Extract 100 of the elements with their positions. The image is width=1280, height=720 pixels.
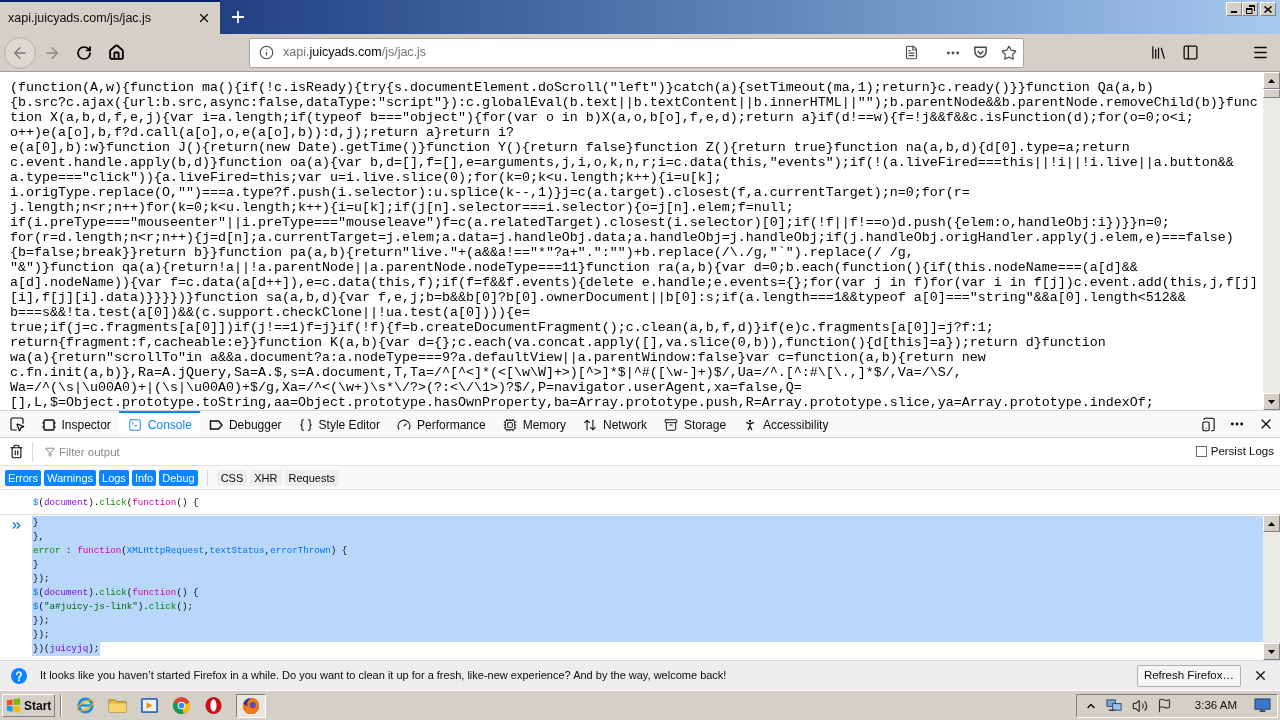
new-tab-icon[interactable] (229, 8, 247, 26)
restore-icon (1245, 4, 1255, 14)
code-line: c.event.handle.apply(b,d)}function oa(a){var b,d=[],f=[],e=arguments,j,i,o,k,n,r;i=c.data(this,"events");if(!(a.liveFired===this||!i||!i.live||a.button&& (10, 155, 1234, 170)
home-icon (107, 44, 125, 61)
code-line: "&")}function qa(a){return!a||!a.parentNode||a.parentNode.nodeType===11}function ra(a,b){var d=0;b.each(function(){if(this.nodeName===(a[d]&& (10, 260, 1138, 275)
address-bar[interactable]: xapi.juicyads.com/js/jac.js (249, 37, 1024, 68)
code-line: true;if(j=c.fragments[a[0]])if(j!==1)f=j}if(!f){f=b.createDocumentFragment();c.clean(a,b,f,d)}if(e)c.fragments[a[0]]=j?f:1; (10, 320, 994, 335)
persist-logs-label: Persist Logs (1210, 443, 1274, 459)
log-level-filter[interactable]: Warnings (43, 469, 96, 486)
filter-field[interactable]: Filter output (59, 441, 1192, 462)
message-type-filter[interactable]: CSS (216, 469, 248, 486)
minimize-icon (1231, 11, 1237, 13)
persist-logs-checkbox[interactable] (1195, 446, 1207, 457)
scrollbar[interactable] (1263, 72, 1280, 410)
flag-icon[interactable] (1156, 698, 1172, 713)
devtools-tab[interactable]: Memory (494, 411, 575, 437)
url-text: xapi.juicyads.com/js/jac.js (283, 44, 427, 62)
desktop-icon[interactable] (1254, 698, 1271, 713)
code-line: e(a[0],b):w}function J(){return(new Date).getTime()}function Y(){return false}function Z(){return true}function na(a,b,d){d[0].type=a;return (10, 140, 1130, 155)
message-type-filter[interactable]: XHR (250, 469, 282, 486)
devtools-tab[interactable]: Performance (388, 411, 495, 437)
close-icon[interactable] (1253, 668, 1268, 683)
close-button[interactable] (1260, 2, 1276, 16)
document-icon[interactable] (904, 45, 919, 60)
info-icon[interactable] (259, 45, 274, 60)
scroll-down-button[interactable] (1263, 643, 1280, 660)
code-line: i.origType.replace(O,"")===a.type?f.push(i.selector):u.splice(k--,1)}j=c(a.target).closest(f,a.currentTarget);n=0;for(r= (10, 185, 970, 200)
code-line: a[d].nodeName)){var f=c.data(a[d++]),e=c.data(this,f);if(f=f&&f.events){delete e.handle;e.events={};for(var j in f)for(var i in f[j])c.event.add(this,j,f[j] (10, 275, 1258, 290)
code-line: if(i.preType==="mouseenter"||i.preType==="mouseleave")f=c(a.relatedTarget).closest(i.selector)[0];if(!f||f!==o)d.push({elem:o,handleObj:i})}}n=0; (10, 215, 1170, 230)
network-icon[interactable] (1105, 698, 1123, 713)
devtools-tab[interactable]: Debugger (200, 411, 291, 437)
devtools-tab[interactable]: Storage (655, 411, 735, 437)
devtools-tab[interactable]: Inspector (33, 411, 120, 437)
devtools-tab[interactable]: Console (119, 411, 201, 437)
triangle-up-icon (1268, 78, 1275, 83)
code-line: tion X(a,b,d,f,e,j){var i=a.length;if(typeof b==="object"){for(var o in b)X(a,o,b[o],f,e,d);return a}if(d!==w){f=!j&&f&&c.isFunction(d);for(o=0;o<i; (10, 110, 1194, 125)
flag-logo-icon (6, 698, 21, 713)
message-type-filter[interactable]: Requests (284, 469, 339, 486)
close-icon (1264, 5, 1272, 13)
triangle-up-icon (1268, 521, 1275, 526)
active-app-button[interactable] (236, 693, 266, 718)
console-line: $(document).click(function() { (33, 496, 199, 510)
braces-icon (298, 418, 313, 432)
start-button[interactable]: Start (2, 694, 55, 717)
close-tab-icon[interactable] (197, 11, 211, 25)
minimize-button[interactable] (1226, 2, 1242, 16)
log-level-filter[interactable]: Debug (159, 469, 198, 486)
code-line: for(r=d.length;n<r;n++){j=d[n];a.currentTarget=j.elem;a.data=j.handleObj.data;a.handleObj=j.handleObj;if(j.handleObj.origHandler.apply(j.elem,e)===false) (10, 230, 1234, 245)
code-line: b===s&&!ta.test(a[0])&&(c.support.checkClone||!ua.test(a[0]))){e= (10, 305, 530, 320)
archive-icon (664, 418, 679, 432)
pointer-icon (8, 416, 25, 432)
browser-tab[interactable]: xapi.juicyads.com/js/jac.js (0, 0, 220, 34)
media-player-icon[interactable] (140, 696, 159, 715)
code-line: j.length;n<r;n++)for(k=0;k<u.length;k++){i=u[k];if(j[n].selector===i.selector){o=j[n].elem;f=null; (10, 200, 794, 215)
speaker-icon[interactable] (1131, 697, 1148, 714)
code-line: [i],f[j][i].data)}}}})}function sa(a,b,d){var f,e,j;b=b&&b[0]?b[0].ownerDocument||b[0]:s;if(a.length===1&&typeof a[0]==="string"&&a[0].length<512&& (10, 290, 1186, 305)
scroll-up-button[interactable] (1263, 515, 1280, 532)
tag-icon (208, 418, 223, 432)
code-line: wa(a){return"scrollTo"in a&&a.document?a:a.nodeType===9?a.defaultView||a.parentWindow:false}var c=function(a,b){return new (10, 350, 986, 365)
triangle-down-icon (1268, 399, 1275, 404)
ring-icon[interactable] (204, 696, 223, 715)
code-line: {b.src?c.ajax({url:b.src,async:false,dataType:"script"}):c.globalEval(b.text||b.textContent||b.innerHTML||"");b.parentNode&&b.parentNode.removeChild(b)}func (10, 95, 1258, 110)
code-line: [],L,$=Object.prototype.toString,aa=Object.prototype.hasOwnProperty,ba=Array.prototype.push,R=Array.prototype.slice,ya=Array.prototype.indexOf; (10, 395, 1154, 410)
scroll-down-button[interactable] (1263, 393, 1280, 410)
log-level-filter[interactable]: Info (131, 469, 157, 486)
books-icon (1149, 44, 1167, 61)
code-line: o++)e(a[o],b,f?d.call(a[o],o,e(a[o],b)):d,j);return a}return i? (10, 125, 514, 140)
devtools-tab[interactable]: Style Editor (290, 411, 389, 437)
trash-icon[interactable] (8, 444, 24, 459)
log-level-filter[interactable]: Logs (99, 469, 129, 486)
notification-message: It looks like you haven’t started Firefox in a while. Do you want to clean it up for a fresh, like-new experience? And by the way, welcome back! (40, 668, 727, 684)
restore-button[interactable] (1242, 2, 1258, 16)
devtools-tab[interactable]: Network (574, 411, 656, 437)
browser-logo-icon[interactable] (172, 696, 191, 715)
element-box-icon (41, 418, 56, 432)
clock[interactable]: 3:36 AM (1194, 696, 1237, 715)
filter-icon (45, 446, 55, 457)
shield-icon[interactable] (973, 45, 988, 60)
gauge-icon (396, 418, 411, 432)
sidebar-icon (1181, 44, 1199, 61)
code-line: c.fn.init(a,b)},Ra=A.jQuery,Sa=A.$,s=A.document,T,Ta=/^[^<]*(<[\w\W]+>)[^>]*$|^#([\w-]+)$/,Ua=/^.[^:#\[\.,]*$/,Va=/\S/, (10, 365, 962, 380)
scroll-up-button[interactable] (1263, 72, 1280, 89)
refresh-firefox-button[interactable]: Refresh Firefox… (1136, 664, 1241, 687)
log-level-filter[interactable]: Errors (5, 469, 41, 486)
help-icon (11, 667, 27, 684)
scroll-thumb[interactable] (1263, 89, 1280, 98)
responsive-design-icon[interactable] (1201, 416, 1216, 432)
up-down-arrows-icon (583, 418, 597, 432)
code-line: {b=false;break}}return b}}function pa(a,b){return"live."+(a&&a!=="*"?a+".":"")+b.replace(/\./g,"`").replace(/ /g, (10, 245, 914, 260)
reload-icon (76, 44, 92, 61)
menu-icon (1251, 44, 1269, 61)
code-line: Wa=/^(\s|\u00A0)+|(\s|\u00A0)+$/g,Xa=/^<(\w+)\s*\/?>(?:<\/\1>)?$/,P=navigator.userAgent,xa=false,Q= (10, 380, 802, 395)
bookmark-star-icon[interactable] (1001, 44, 1017, 61)
code-line: a.type==="click")){a.liveFired=this;var u=i.live.slice(0);for(k=0;k<u.length;k++){i=u[k]; (10, 170, 722, 185)
terminal-icon (127, 418, 142, 432)
code-line: (function(A,w){function ma(){if(!c.isReady){try{s.documentElement.doScroll("left")}catch(a){setTimeout(ma,1);return}c.ready()}}function Qa(a,b) (10, 80, 1154, 95)
devtools-tab[interactable]: Accessibility (734, 411, 837, 437)
code-line: return{fragment:f,cacheable:e}}function K(a,b){var d={};c.each(va.concat.apply([],va.slice(0,b)),function(){d[this]=a});return d}function (10, 335, 1106, 350)
scrollbar[interactable] (1263, 515, 1280, 660)
browser-globe-icon (242, 696, 260, 715)
